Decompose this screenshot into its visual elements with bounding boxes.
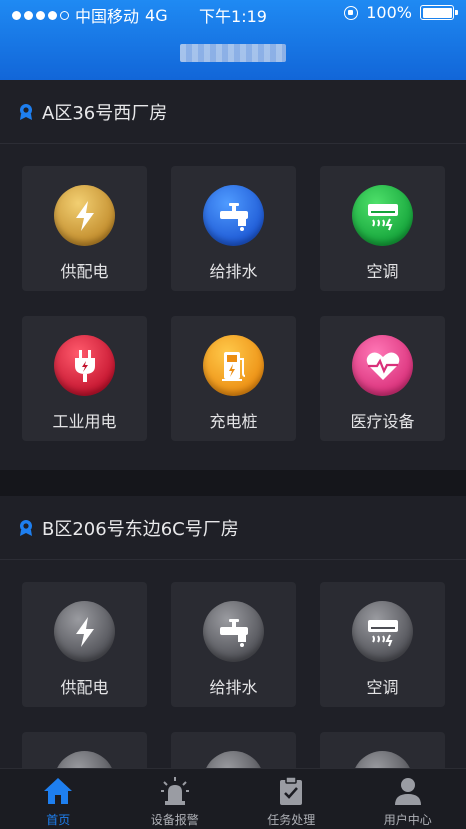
tile-label: 医疗设备 <box>350 412 415 431</box>
tile-industrial-power[interactable]: 工业用电 <box>22 316 147 441</box>
tile-power-supply[interactable]: 供配电 <box>22 166 147 291</box>
heart-pulse-icon <box>352 751 413 768</box>
heart-pulse-icon <box>352 335 413 396</box>
tab-label: 首页 <box>46 813 71 827</box>
tab-device-alarm[interactable]: 设备报警 <box>117 769 234 829</box>
air-conditioner-icon <box>352 185 413 246</box>
tile-partial[interactable] <box>22 732 147 768</box>
top-bar: 中国移动 4G 下午1:19 100% <box>0 0 466 80</box>
lightning-icon <box>54 601 115 662</box>
location-pin-icon <box>20 519 32 536</box>
battery-icon <box>420 5 458 20</box>
plug-icon <box>54 335 115 396</box>
tile-charging-pile[interactable]: 充电桩 <box>171 316 296 441</box>
section-b: B区206号东边6C号厂房 供配电 给排水 空调 <box>0 496 466 768</box>
tab-label: 任务处理 <box>267 813 316 827</box>
section-header[interactable]: B区206号东边6C号厂房 <box>0 496 466 560</box>
charging-station-icon <box>203 751 264 768</box>
tile-water-supply[interactable]: 给排水 <box>171 582 296 707</box>
tile-air-conditioning[interactable]: 空调 <box>320 582 445 707</box>
tile-label: 充电桩 <box>209 412 258 431</box>
tile-medical-equipment[interactable]: 医疗设备 <box>320 316 445 441</box>
faucet-icon <box>203 185 264 246</box>
tile-label: 供配电 <box>60 678 109 697</box>
tile-label: 供配电 <box>60 262 109 281</box>
tile-air-conditioning[interactable]: 空调 <box>320 166 445 291</box>
section-header[interactable]: A区36号西厂房 <box>0 80 466 144</box>
tile-label: 空调 <box>366 262 399 281</box>
tile-partial[interactable] <box>171 732 296 768</box>
plug-icon <box>54 751 115 768</box>
home-icon <box>44 778 73 804</box>
rotation-lock-icon <box>344 5 359 20</box>
tile-label: 给排水 <box>209 678 258 697</box>
tile-label: 空调 <box>366 678 399 697</box>
tab-home[interactable]: 首页 <box>0 769 117 829</box>
air-conditioner-icon <box>352 601 413 662</box>
page-title-obscured <box>180 44 286 62</box>
user-icon <box>394 778 421 805</box>
tile-power-supply[interactable]: 供配电 <box>22 582 147 707</box>
battery-info: 100% <box>344 3 458 22</box>
tile-partial[interactable] <box>320 732 445 768</box>
tile-label: 给排水 <box>209 262 258 281</box>
tab-label: 设备报警 <box>150 813 199 827</box>
location-pin-icon <box>20 103 32 120</box>
alarm-light-icon <box>160 777 189 805</box>
tab-label: 用户中心 <box>383 813 432 827</box>
tile-water-supply[interactable]: 给排水 <box>171 166 296 291</box>
charging-station-icon <box>203 335 264 396</box>
clipboard-check-icon <box>280 776 303 805</box>
bottom-tab-bar: 首页 设备报警 任务处理 用户中心 <box>0 768 466 829</box>
tab-user-center[interactable]: 用户中心 <box>350 769 466 829</box>
tile-label: 工业用电 <box>52 412 117 431</box>
section-title: A区36号西厂房 <box>42 102 168 124</box>
section-a: A区36号西厂房 供配电 给排水 空调 工业用电 充电桩 医疗设备 <box>0 80 466 470</box>
status-bar: 中国移动 4G 下午1:19 100% <box>0 0 466 26</box>
lightning-icon <box>54 185 115 246</box>
faucet-icon <box>203 601 264 662</box>
tab-task-processing[interactable]: 任务处理 <box>233 769 350 829</box>
battery-percent: 100% <box>366 3 412 22</box>
section-title: B区206号东边6C号厂房 <box>42 518 239 540</box>
